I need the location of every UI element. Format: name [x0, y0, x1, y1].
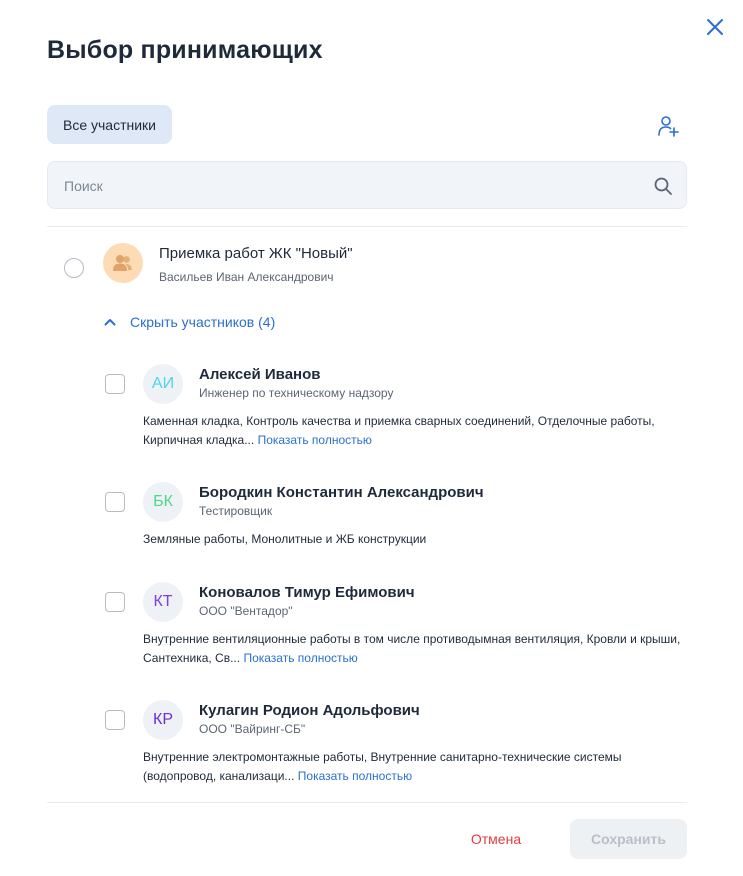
- member-name: Коновалов Тимур Ефимович: [199, 584, 415, 601]
- avatar: КТ: [143, 582, 183, 622]
- close-icon: [707, 19, 723, 35]
- member-specialties: Земляные работы, Монолитные и ЖБ констру…: [143, 530, 688, 549]
- search-icon[interactable]: [653, 176, 673, 196]
- member-role: Инженер по техническому надзору: [199, 386, 394, 400]
- dialog-title: Выбор принимающих: [47, 36, 323, 64]
- avatar: КР: [143, 700, 183, 740]
- all-participants-filter[interactable]: Все участники: [47, 105, 173, 144]
- member-checkbox[interactable]: [105, 374, 125, 394]
- cancel-button[interactable]: Отмена: [455, 820, 537, 858]
- search-input[interactable]: [62, 162, 646, 210]
- member-name: Бородкин Константин Александрович: [199, 484, 484, 501]
- add-user-icon: [658, 116, 679, 137]
- member-specialties: Внутренние вентиляционные работы в том ч…: [143, 630, 688, 668]
- specialties-text: Каменная кладка, Контроль качества и при…: [143, 414, 655, 447]
- specialties-text: Земляные работы, Монолитные и ЖБ констру…: [143, 532, 427, 546]
- list-top-divider: [47, 226, 687, 227]
- show-more-link[interactable]: Показать полностью: [258, 433, 372, 447]
- toggle-members-button[interactable]: Скрыть участников (4): [104, 313, 275, 331]
- group-owner: Васильев Иван Александрович: [159, 270, 334, 284]
- footer-divider: [47, 802, 687, 803]
- member-checkbox[interactable]: [105, 492, 125, 512]
- avatar: БК: [143, 482, 183, 522]
- toggle-members-label: Скрыть участников (4): [130, 314, 276, 330]
- member-role: ООО "Вентадор": [199, 604, 293, 618]
- group-name: Приемка работ ЖК "Новый": [159, 245, 353, 262]
- member-name: Алексей Иванов: [199, 366, 321, 383]
- specialties-text: Внутренние вентиляционные работы в том ч…: [143, 632, 681, 665]
- member-checkbox[interactable]: [105, 592, 125, 612]
- member-checkbox[interactable]: [105, 710, 125, 730]
- group-people-icon: [113, 255, 132, 271]
- member-specialties: Каменная кладка, Контроль качества и при…: [143, 412, 688, 450]
- group-avatar: [103, 243, 143, 283]
- cancel-button-label: Отмена: [470, 831, 522, 847]
- save-button[interactable]: Сохранить: [570, 819, 687, 859]
- close-button[interactable]: [704, 16, 726, 38]
- avatar-initials: КТ: [153, 593, 173, 610]
- show-more-link[interactable]: Показать полностью: [243, 651, 357, 665]
- member-name: Кулагин Родион Адольфович: [199, 702, 420, 719]
- avatar-initials: КР: [153, 711, 173, 728]
- save-button-label: Сохранить: [591, 831, 666, 847]
- add-user-button[interactable]: [655, 113, 681, 139]
- avatar: АИ: [143, 364, 183, 404]
- show-more-link[interactable]: Показать полностью: [298, 769, 412, 783]
- chevron-up-icon: [104, 319, 116, 326]
- filter-chip-label: Все участники: [63, 116, 157, 133]
- member-specialties: Внутренние электромонтажные работы, Внут…: [143, 748, 688, 786]
- group-radio[interactable]: [64, 258, 84, 278]
- member-role: ООО "Вайринг-СБ": [199, 722, 306, 736]
- avatar-initials: АИ: [151, 375, 175, 392]
- search-field[interactable]: [47, 161, 687, 210]
- member-role: Тестировщик: [199, 504, 273, 518]
- avatar-initials: БК: [153, 493, 173, 510]
